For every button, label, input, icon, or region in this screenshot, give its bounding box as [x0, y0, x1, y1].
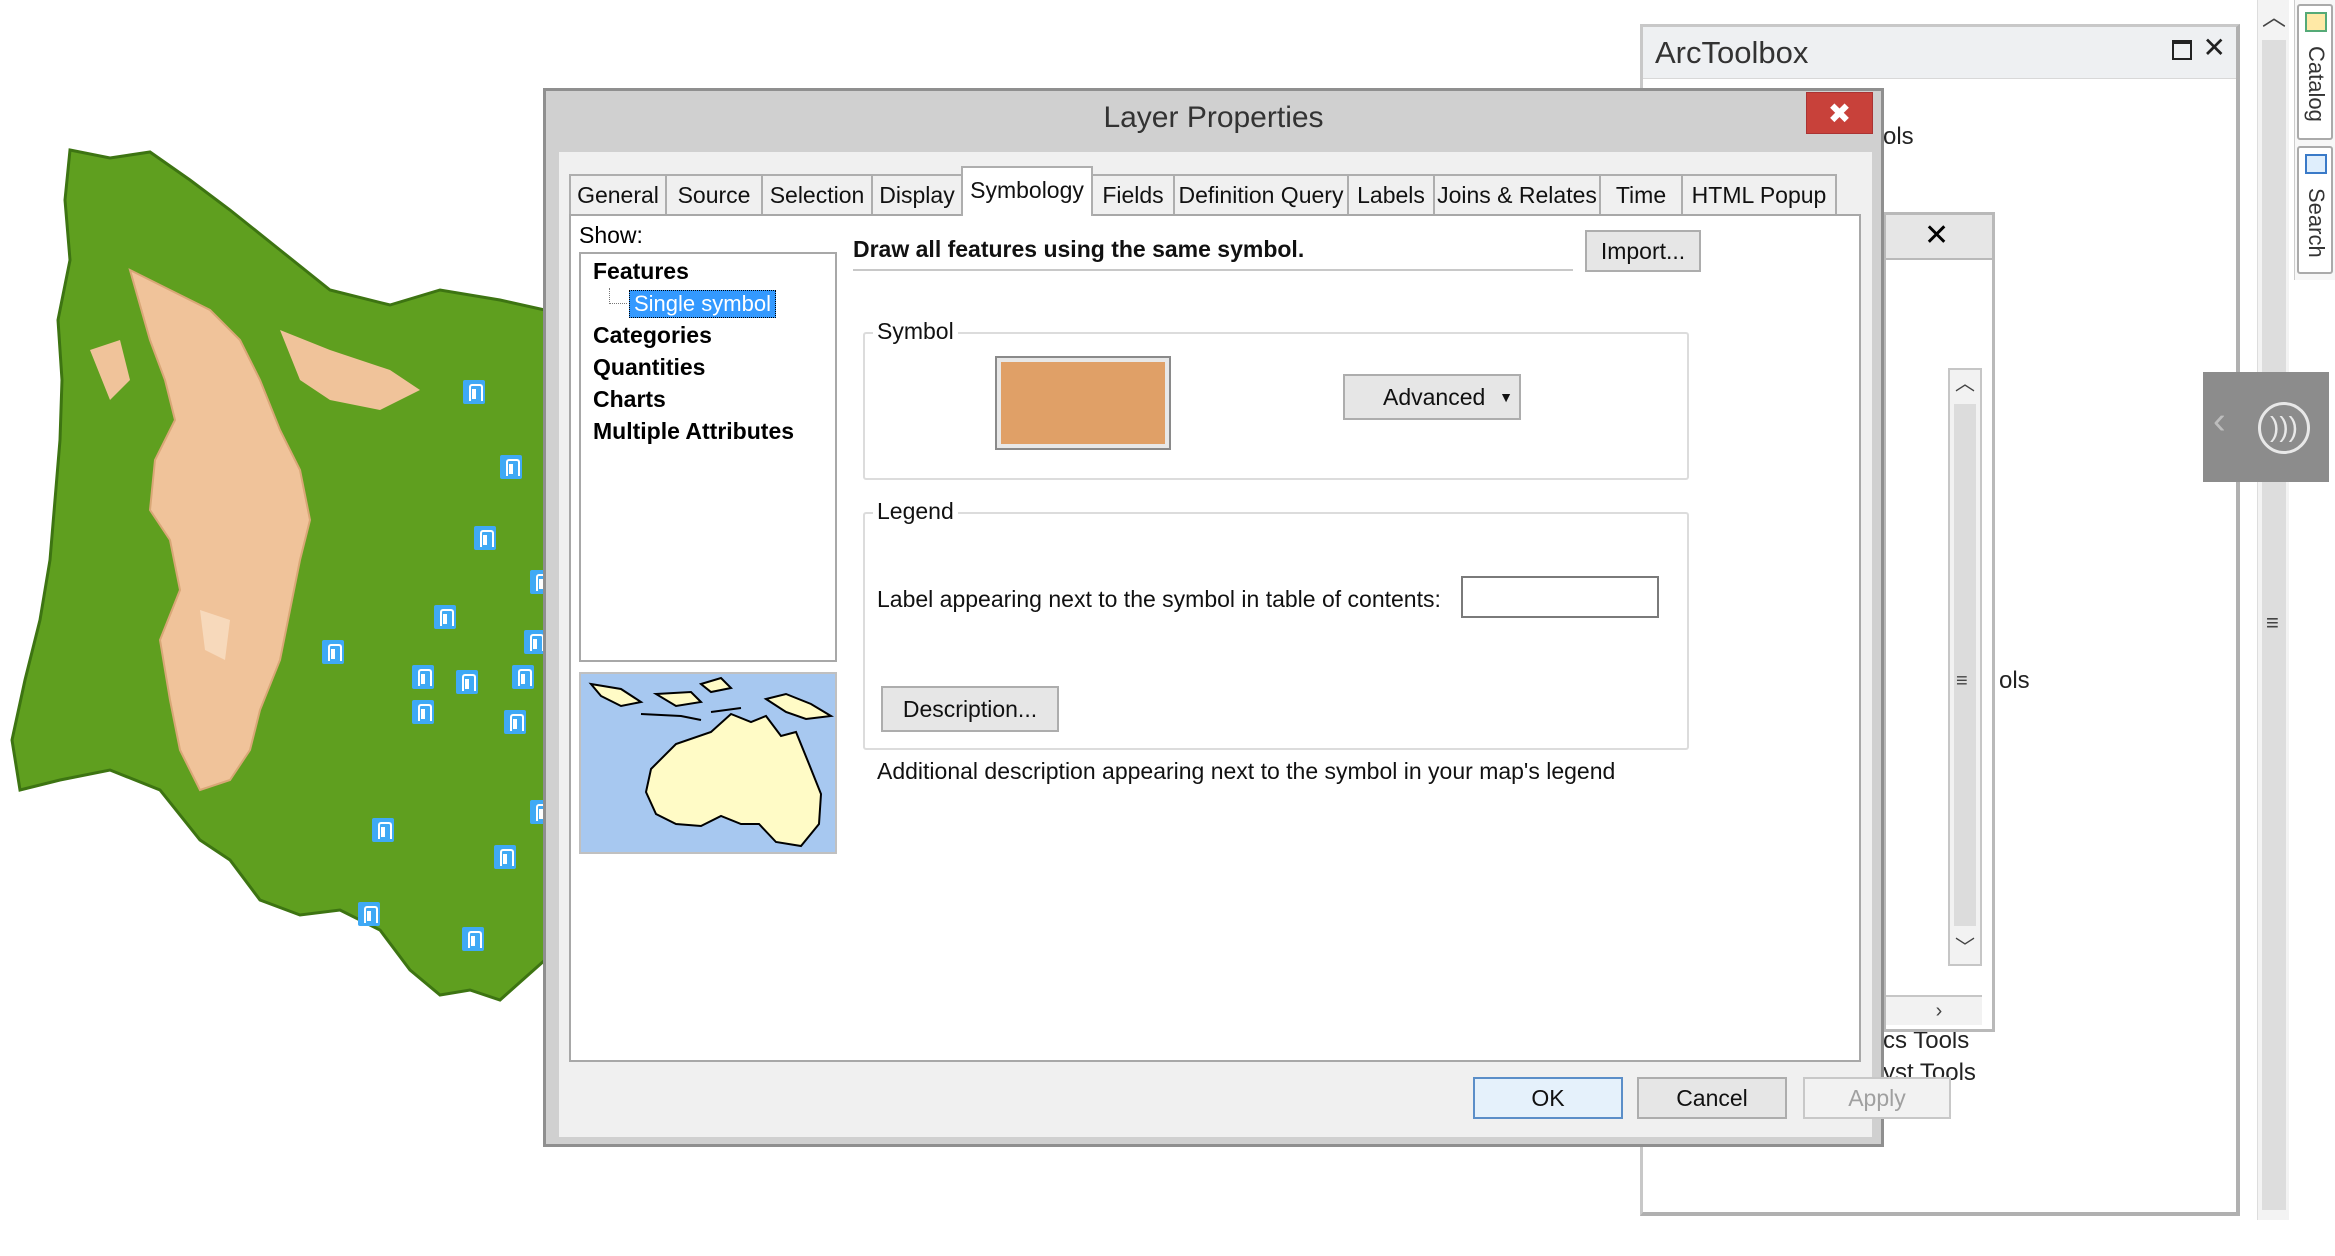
renderer-preview-image: [579, 672, 837, 854]
stream-gauge-icon[interactable]: [500, 455, 522, 479]
tree-item-charts[interactable]: Charts: [593, 386, 666, 413]
advanced-button[interactable]: Advanced ▼: [1343, 374, 1521, 420]
tab-labels[interactable]: Labels: [1347, 174, 1435, 214]
tab-general[interactable]: General: [569, 174, 667, 214]
dialog-client-area: General Source Selection Display Symbolo…: [559, 152, 1951, 1137]
stream-gauge-icon[interactable]: [494, 845, 516, 869]
stream-gauge-icon[interactable]: [412, 665, 434, 689]
side-tab-strip: Catalog Search: [2294, 0, 2335, 280]
tab-definition-query[interactable]: Definition Query: [1173, 174, 1349, 214]
tree-item-categories[interactable]: Categories: [593, 322, 712, 349]
chevron-up-icon[interactable]: ︿: [2258, 0, 2290, 36]
tree-connector: [609, 288, 627, 304]
show-label: Show:: [579, 222, 643, 248]
chevron-down-icon[interactable]: ﹀: [1950, 934, 1980, 964]
search-icon: [2305, 154, 2327, 174]
tree-item-features[interactable]: Features: [593, 258, 689, 285]
symbology-panel: Show: Features Single symbol Categories …: [569, 214, 1861, 1062]
stream-gauge-icon[interactable]: [504, 710, 526, 734]
close-icon[interactable]: ✕: [2203, 31, 2226, 64]
oregon-map: [0, 140, 552, 1010]
legend-label-input[interactable]: [1461, 576, 1659, 618]
catalog-tab-label: Catalog: [2304, 46, 2329, 122]
import-button[interactable]: Import...: [1585, 230, 1701, 272]
apply-button[interactable]: Apply: [1803, 1077, 1951, 1119]
layer-properties-dialog: Layer Properties ✖ General Source Select…: [543, 88, 1951, 1147]
map-vegetation-layer: [10, 148, 547, 1002]
search-tab[interactable]: Search: [2297, 146, 2333, 274]
chevron-up-icon[interactable]: ︿: [1950, 370, 1980, 400]
description-button[interactable]: Description...: [881, 686, 1059, 732]
chevron-right-icon[interactable]: ›: [1924, 997, 1954, 1027]
ok-button[interactable]: OK: [1473, 1077, 1623, 1119]
stream-gauge-icon[interactable]: [434, 605, 456, 629]
chevron-left-icon[interactable]: ‹: [2213, 400, 2226, 443]
grip-icon: ≡: [2266, 610, 2279, 635]
toolbox-item-partial[interactable]: ols: [1883, 123, 1914, 151]
stream-gauge-icon[interactable]: [358, 902, 380, 926]
legend-group-title: Legend: [873, 498, 958, 525]
symbol-group: Symbol Advanced ▼: [863, 318, 1689, 480]
stream-gauge-icon[interactable]: [322, 640, 344, 664]
symbol-group-title: Symbol: [873, 318, 958, 345]
dialog-title: Layer Properties: [1103, 101, 1324, 134]
maximize-icon[interactable]: [2172, 40, 2192, 60]
toolbox-item-partial[interactable]: ols: [1999, 667, 2030, 695]
stream-gauge-icon[interactable]: [372, 818, 394, 842]
floating-panel-header[interactable]: ✕: [1886, 215, 1992, 260]
scrollbar-thumb[interactable]: [1954, 404, 1976, 926]
stream-gauge-icon[interactable]: [412, 700, 434, 724]
tab-symbology[interactable]: Symbology: [961, 166, 1093, 216]
tab-fields[interactable]: Fields: [1091, 174, 1175, 214]
symbol-button[interactable]: [995, 356, 1171, 450]
advanced-button-label: Advanced: [1383, 384, 1486, 410]
stream-gauge-icon[interactable]: [462, 927, 484, 951]
search-tab-label: Search: [2304, 188, 2329, 258]
close-button[interactable]: ✖: [1806, 92, 1873, 134]
tree-item-multiple-attributes[interactable]: Multiple Attributes: [593, 418, 794, 445]
grip-icon: ≡: [1956, 670, 1968, 692]
tree-item-quantities[interactable]: Quantities: [593, 354, 705, 381]
dropdown-arrow-icon: ▼: [1499, 389, 1513, 405]
renderer-description: Draw all features using the same symbol.: [853, 236, 1573, 271]
tab-source[interactable]: Source: [665, 174, 763, 214]
catalog-icon: [2305, 12, 2327, 32]
legend-description-note: Additional description appearing next to…: [877, 758, 1616, 784]
stream-gauge-icon[interactable]: [463, 380, 485, 404]
legend-group: Legend Label appearing next to the symbo…: [863, 498, 1689, 784]
australia-preview-graphic: [588, 676, 835, 848]
audio-icon[interactable]: ))): [2258, 402, 2310, 454]
vertical-scrollbar[interactable]: ︿ ≡ ﹀: [1948, 368, 1982, 966]
tab-joins-relates[interactable]: Joins & Relates: [1433, 174, 1601, 214]
tab-display[interactable]: Display: [871, 174, 963, 214]
legend-label-caption: Label appearing next to the symbol in ta…: [877, 586, 1441, 612]
tab-html-popup[interactable]: HTML Popup: [1681, 174, 1837, 214]
floating-panel: ✕ ︿ ≡ ﹀ ›: [1883, 212, 1995, 1032]
symbol-swatch: [1001, 362, 1165, 444]
arctoolbox-titlebar[interactable]: ArcToolbox ✕: [1643, 27, 2236, 79]
horizontal-scrollbar[interactable]: ›: [1886, 995, 1982, 1025]
audio-overlay-widget[interactable]: ‹ ))): [2203, 372, 2329, 482]
stream-gauge-icon[interactable]: [512, 665, 534, 689]
close-icon[interactable]: ✕: [1924, 218, 1949, 253]
catalog-tab[interactable]: Catalog: [2297, 4, 2333, 140]
arctoolbox-title: ArcToolbox: [1655, 35, 1809, 70]
stream-gauge-icon[interactable]: [456, 670, 478, 694]
tab-time[interactable]: Time: [1599, 174, 1683, 214]
renderer-tree: Features Single symbol Categories Quanti…: [579, 252, 837, 662]
stream-gauge-icon[interactable]: [474, 526, 496, 550]
tab-selection[interactable]: Selection: [761, 174, 873, 214]
tree-item-single-symbol[interactable]: Single symbol: [629, 290, 776, 318]
cancel-button[interactable]: Cancel: [1637, 1077, 1787, 1119]
